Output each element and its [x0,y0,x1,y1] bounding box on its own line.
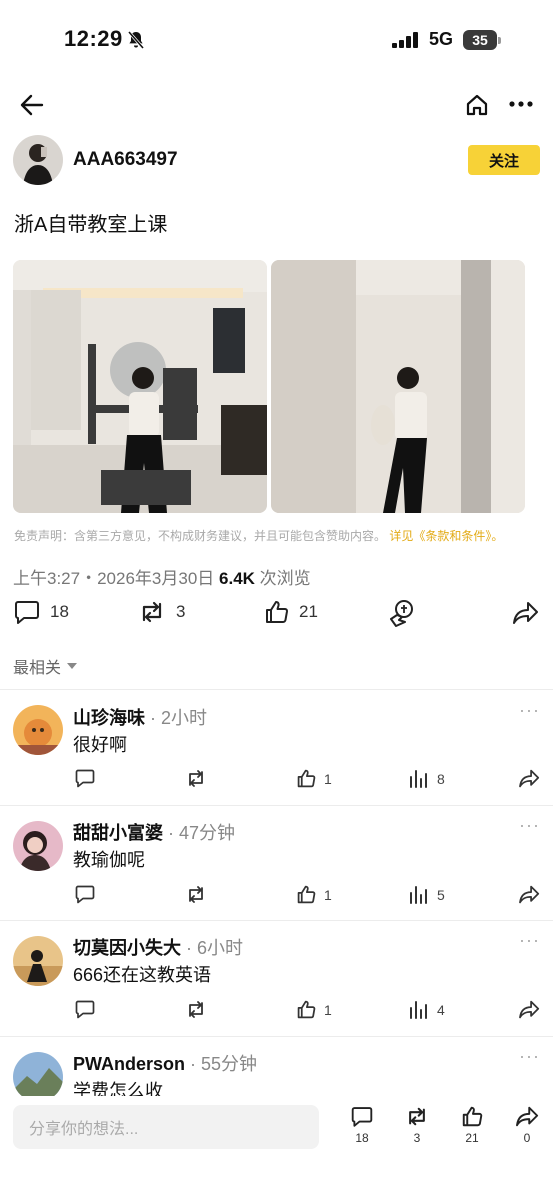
comment-reply-icon[interactable] [75,885,95,904]
bottom-comment-count: 18 [355,1131,369,1145]
thumbs-up-icon [297,885,316,904]
comment-time: · 6小时 [186,938,244,958]
reply-input[interactable]: 分享你的想法... [13,1105,319,1149]
bottom-comment-button[interactable]: 18 [342,1106,382,1145]
author-name[interactable]: AAA663497 [73,149,178,171]
comment-icon [14,600,40,624]
battery-tip [498,37,501,44]
comment-more-button[interactable]: ··· [519,700,540,721]
comment-text: 很好啊 [73,735,127,755]
thumbs-up-icon [462,1106,483,1127]
follow-button[interactable]: 关注 [468,145,540,175]
post-photo-2[interactable] [271,260,525,513]
comment-icon [351,1106,373,1127]
bottom-like-button[interactable]: 21 [452,1106,492,1145]
comment-views[interactable]: 8 [409,769,445,788]
comment-view-count: 4 [437,1001,445,1018]
comment-more-button[interactable]: ··· [519,815,540,836]
comment-time: · 2小时 [150,708,208,728]
like-action[interactable]: 21 [265,600,318,624]
sort-dropdown[interactable]: 最相关 [13,654,78,678]
more-options-icon[interactable] [509,100,533,108]
post-meta: 上午3:27・2026年3月30日 6.4K 次浏览 [13,564,311,589]
comment-time: · 55分钟 [190,1054,258,1074]
commenter-avatar[interactable] [13,1052,63,1102]
disclaimer: 免责声明：含第三方意见，不构成财务建议，并且可能包含赞助内容。 详见《条款和条件… [14,527,503,544]
repost-icon [138,600,166,624]
thumbs-up-icon [265,600,289,624]
comment-like-count: 1 [324,1001,332,1018]
divider [0,920,553,921]
tip-icon[interactable] [389,599,415,627]
post-text: 浙A自带教室上课 [14,214,168,236]
comment-views[interactable]: 5 [409,885,445,904]
bottom-repost-count: 3 [413,1131,421,1145]
divider [0,1036,553,1037]
chevron-down-icon [67,663,78,669]
bar-chart-icon [409,769,429,788]
author-avatar[interactable] [13,135,63,185]
comment-author[interactable]: 山珍海味 · 2小时 [73,704,207,730]
home-icon[interactable] [465,93,489,117]
comment-share-icon[interactable] [519,1000,540,1019]
comment-reply-icon[interactable] [75,1000,95,1019]
divider [0,689,553,690]
post-photo-1[interactable] [13,260,267,513]
thumbs-up-icon [297,769,316,788]
repost-action[interactable]: 3 [138,600,185,624]
battery-icon: 35 [463,30,497,50]
comment-like-button[interactable]: 1 [297,769,332,788]
bottom-share-button[interactable]: 0 [507,1106,547,1145]
terms-link[interactable]: 详见《条款和条件》。 [389,529,503,543]
comment-more-button[interactable]: ··· [519,930,540,951]
comment-like-button[interactable]: 1 [297,885,332,904]
bottom-share-count: 0 [523,1131,531,1145]
comment-views[interactable]: 4 [409,1000,445,1019]
share-icon[interactable] [513,601,539,625]
comment-view-count: 5 [437,886,445,903]
comment-author[interactable]: 甜甜小富婆 · 47分钟 [73,819,235,845]
bottom-repost-button[interactable]: 3 [397,1106,437,1145]
comment-text: 教瑜伽呢 [73,850,145,870]
likes-count: 21 [299,602,318,621]
comments-count: 18 [50,602,69,621]
comment-more-button[interactable]: ··· [519,1046,540,1067]
reposts-count: 3 [176,602,186,621]
disclaimer-text: 免责声明：含第三方意见，不构成财务建议，并且可能包含赞助内容。 [14,529,387,543]
comment-time: · 47分钟 [168,823,236,843]
status-time: 12:29 [64,26,123,51]
comment-text: 666还在这教英语 [73,965,212,985]
comment-view-count: 8 [437,770,445,787]
comment-like-button[interactable]: 1 [297,1000,332,1019]
signal-icon [392,32,420,48]
network-label: 5G [429,29,454,49]
comment-author[interactable]: PWAnderson · 55分钟 [73,1050,257,1076]
repost-icon [405,1106,429,1127]
divider [0,805,553,806]
commenter-avatar[interactable] [13,821,63,871]
share-icon [515,1106,539,1127]
comment-repost-icon[interactable] [185,1000,207,1019]
post-timestamp: 上午3:27・2026年3月30日 [13,569,215,588]
comment-author[interactable]: 切莫因小失大 · 6小时 [73,934,243,960]
thumbs-up-icon [297,1000,316,1019]
sort-label: 最相关 [13,660,62,677]
commenter-avatar[interactable] [13,705,63,755]
comment-like-count: 1 [324,886,332,903]
comment-share-icon[interactable] [519,885,540,904]
bar-chart-icon [409,885,429,904]
back-arrow-icon[interactable] [20,94,44,116]
bell-muted-icon [126,30,146,50]
comments-action[interactable]: 18 [14,600,69,624]
comment-reply-icon[interactable] [75,769,95,788]
comment-repost-icon[interactable] [185,769,207,788]
views-label: 次浏览 [259,569,311,588]
views-count: 6.4K [219,569,255,588]
comment-like-count: 1 [324,770,332,787]
bottom-like-count: 21 [465,1131,479,1145]
comment-repost-icon[interactable] [185,885,207,904]
commenter-avatar[interactable] [13,936,63,986]
comment-share-icon[interactable] [519,769,540,788]
bar-chart-icon [409,1000,429,1019]
